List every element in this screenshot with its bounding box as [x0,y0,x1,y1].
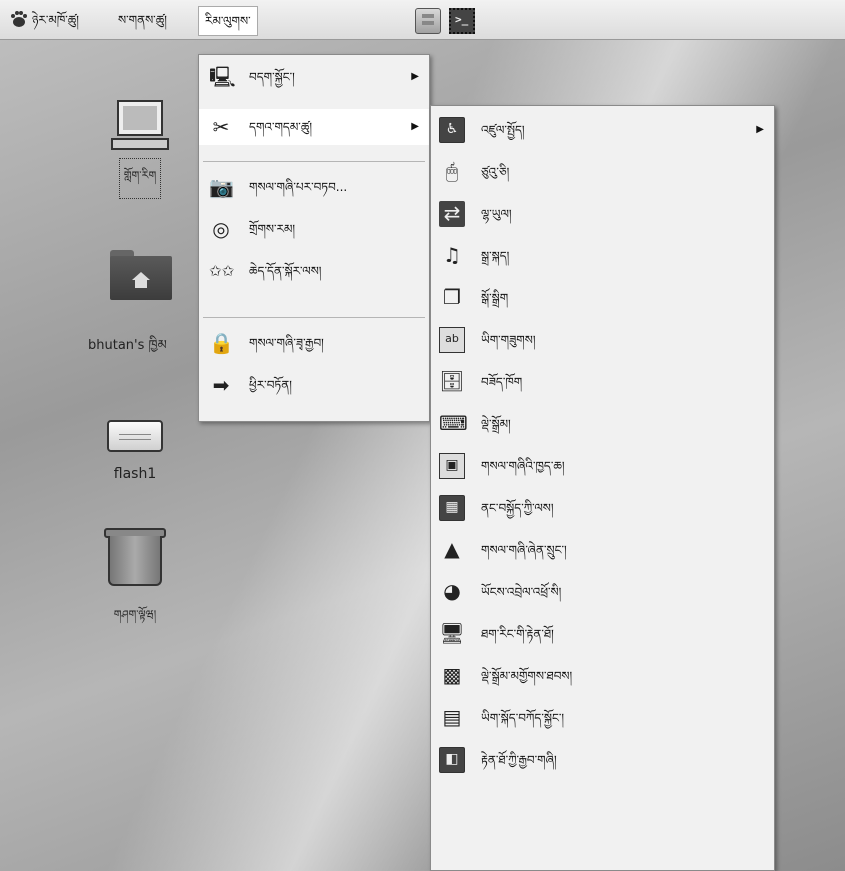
home-folder-icon [110,250,172,300]
menu-item-label: འཛུལ་སྤྱོད། [481,123,525,137]
menu-item-label: ལྷ་ཡུལ། [481,207,512,221]
menu-item-label: ཙུའུ་ཅི། [481,165,510,179]
menu-item-label: ལྡེ་སྒྲོམ། [481,417,511,431]
desktop-trash[interactable]: གཤག་ལྟོཝ། [95,528,175,633]
help-icon: ◎ [212,217,230,241]
submenu-item-mouse[interactable]: 🖱 ཙུའུ་ཅི། [431,154,774,190]
menu-item-label: དགའ་གདམ་ཚུ། [249,120,313,134]
submenu-arrow-icon: ▶ [756,124,764,135]
network-icon: ⇄ [439,201,465,227]
screen-resolution-icon: ▣ [439,453,465,479]
system-dropdown-menu: 🖳 བདག་སྐྱོང་། ▶ ✂ དགའ་གདམ་ཚུ། ▶ 📷 གསལ་གཞ… [198,54,430,422]
menu-item-about[interactable]: ✩✩ ཆེད་དོན་སྐོར་ལས། [199,253,429,289]
file-manager-icon: ▤ [442,705,462,729]
menu-separator [203,161,425,162]
computer-icon: 🖳 [209,65,236,89]
filing-cabinet-icon[interactable] [415,8,441,34]
places-menu[interactable]: ས་གནས་ཚུ། [118,9,167,31]
menu-item-label: སྒོ་སྒྲིག [481,291,509,305]
mouse-icon: 🖱 [446,159,458,183]
submenu-item-network-proxy[interactable]: ◕ ཡོངས་འབྲེལ་འཕྲོ་སི། [431,574,774,610]
menu-item-lock-screen[interactable]: 🔒 གསལ་གཞི་ཟྭ་རྒྱབ། [199,325,429,361]
submenu-item-accessibility[interactable]: ♿ འཛུལ་སྤྱོད། ▶ [431,112,774,148]
file-management-icon: 🗄 [439,369,465,393]
menu-item-label: ཡིག་སྐོད་བཀོད་སྐྱོང་། [481,711,565,725]
menu-item-preferences[interactable]: ✂ དགའ་གདམ་ཚུ། ▶ [199,109,429,145]
menu-item-label: ཡོངས་འབྲེལ་འཕྲོ་སི། [481,585,562,599]
menu-item-label: ཕྱིར་བཏོན། [249,378,292,392]
menu-item-logout[interactable]: ➡ ཕྱིར་བཏོན། [199,367,429,403]
submenu-item-theme[interactable]: ◧ རྟེན་ཐོ་ཀྱི་རྒྱབ་གཞི། [431,742,774,778]
menu-item-label: བདག་སྐྱོང་། [249,70,295,84]
drive-icon [107,420,163,452]
terminal-glyph: >_ [455,13,469,26]
top-panel: ཉེར་མཁོ་ཚུ། ས་གནས་ཚུ། རིམ་ལུགས་ >_ [0,0,845,40]
terminal-icon[interactable]: >_ [449,8,475,34]
menu-separator [203,317,425,318]
submenu-item-file-manager[interactable]: ▤ ཡིག་སྐོད་བཀོད་སྐྱོང་། [431,700,774,736]
menu-item-label: ཐག་རིང་གི་རྟེན་ཐོ། [481,627,554,641]
lock-icon: 🔒 [209,331,234,355]
computer-label: གློག་རིག [118,158,162,199]
submenu-item-network[interactable]: ⇄ ལྷ་ཡུལ། [431,196,774,232]
menu-item-administration[interactable]: 🖳 བདག་སྐྱོང་། ▶ [199,59,429,95]
theme-icon: ◧ [439,747,465,773]
accessibility-icon: ♿ [439,117,465,143]
trash-label: གཤག་ལྟོཝ། [113,608,157,621]
menu-item-help[interactable]: ◎ གྲོགས་རམ། [199,211,429,247]
flash-label: flash1 [113,466,157,482]
submenu-item-windows[interactable]: ❐ སྒོ་སྒྲིག [431,280,774,316]
menu-item-label: བཟོད་ཁོག [481,375,523,389]
submenu-item-remote-desktop[interactable]: 🖥 ཐག་རིང་གི་རྟེན་ཐོ། [431,616,774,652]
keyboard-icon: ⌨ [439,411,468,435]
submenu-item-keyboard-shortcuts[interactable]: ▩ ལྡེ་སྒྲོམ་མགྱོགས་ཐབས། [431,658,774,694]
submenu-item-screen-resolution[interactable]: ▣ གསལ་གཞིའི་ཁྱད་ཆ། [431,448,774,484]
submenu-item-desktop-background[interactable]: ▦ ནང་བསྐྱོད་ཀྱི་ལས། [431,490,774,526]
screensaver-icon: ▲ [444,537,460,561]
menu-item-label: རྟེན་ཐོ་ཀྱི་རྒྱབ་གཞི། [481,753,557,767]
desktop-computer[interactable]: གློག་རིག [100,100,180,199]
sound-icon: ♫ [443,243,461,267]
submenu-item-font[interactable]: ab ཡིག་གཟུགས། [431,322,774,358]
applications-menu[interactable]: ཉེར་མཁོ་ཚུ། [32,9,79,31]
menu-item-label: གསལ་གཞི་པར་བཏབ... [249,180,348,194]
menu-item-label: ནང་བསྐྱོད་ཀྱི་ལས། [481,501,554,515]
tools-icon: ✂ [212,115,230,139]
submenu-item-sound[interactable]: ♫ སྒྲ་སྐད། [431,238,774,274]
menu-item-label: གསལ་གཞིའི་ཁྱད་ཆ། [481,459,565,473]
menu-item-label: སྒྲ་སྐད། [481,249,510,263]
about-icon: ✩✩ [209,262,235,280]
menu-item-label: གྲོགས་རམ། [249,222,296,236]
desktop-background-icon: ▦ [439,495,465,521]
menu-item-label: གསལ་གཞི་ཞེན་སྲུང་། [481,543,567,557]
submenu-arrow-icon: ▶ [411,71,419,82]
system-menu-button[interactable]: རིམ་ལུགས་ [198,6,258,36]
menu-item-screenshot[interactable]: 📷 གསལ་གཞི་པར་བཏབ... [199,169,429,205]
logout-icon: ➡ [212,373,230,397]
menu-item-label: གསལ་གཞི་ཟྭ་རྒྱབ། [249,336,324,350]
preferences-submenu: ♿ འཛུལ་སྤྱོད། ▶ 🖱 ཙུའུ་ཅི། ⇄ ལྷ་ཡུལ། ♫ ས… [430,105,775,871]
camera-icon: 📷 [209,175,234,199]
trash-icon [104,528,166,586]
remote-desktop-icon: 🖥 [439,621,465,645]
menu-item-label: ལྡེ་སྒྲོམ་མགྱོགས་ཐབས། [481,669,573,683]
home-label: bhutan's ཁྱིམ [88,338,167,353]
submenu-item-screensaver[interactable]: ▲ གསལ་གཞི་ཞེན་སྲུང་། [431,532,774,568]
network-proxy-icon: ◕ [443,579,461,603]
menu-item-label: ཡིག་གཟུགས། [481,333,536,347]
keyboard-shortcuts-icon: ▩ [442,663,462,687]
desktop-flash-drive[interactable]: flash1 [90,420,180,482]
windows-icon: ❐ [443,285,461,309]
gnome-foot-icon[interactable] [8,9,28,29]
computer-icon [111,100,169,150]
font-icon: ab [439,327,465,353]
submenu-arrow-icon: ▶ [411,121,419,132]
submenu-item-file-management[interactable]: 🗄 བཟོད་ཁོག [431,364,774,400]
menu-item-label: ཆེད་དོན་སྐོར་ལས། [249,264,322,278]
submenu-item-keyboard[interactable]: ⌨ ལྡེ་སྒྲོམ། [431,406,774,442]
